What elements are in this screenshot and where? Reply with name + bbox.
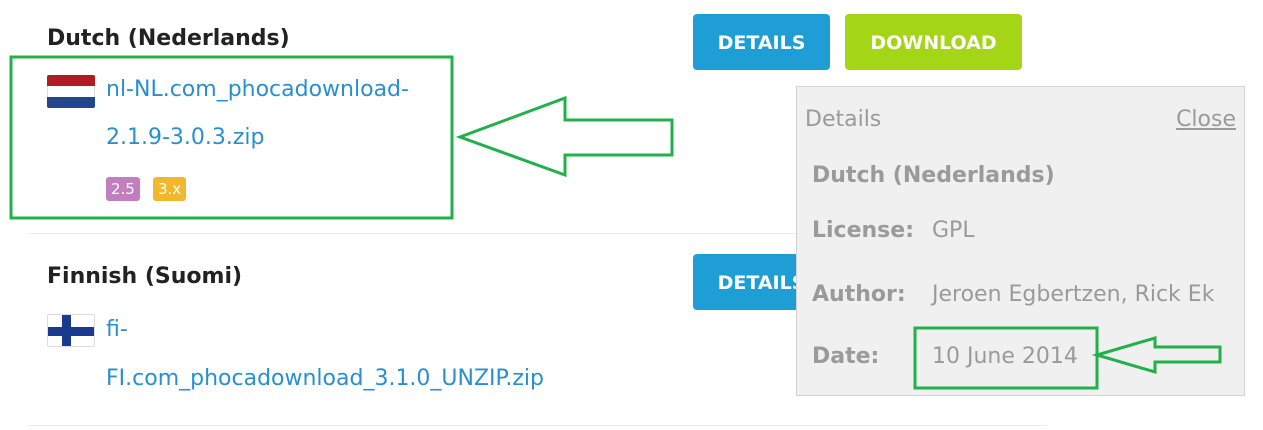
annotation-overlay: [9, 55, 1222, 390]
highlight-box-dutch-file: [9, 55, 454, 220]
arrow-pointing-left-icon: [455, 95, 674, 178]
arrow-pointing-left-small-icon: [1091, 335, 1222, 375]
highlight-box-date: [913, 326, 1099, 390]
